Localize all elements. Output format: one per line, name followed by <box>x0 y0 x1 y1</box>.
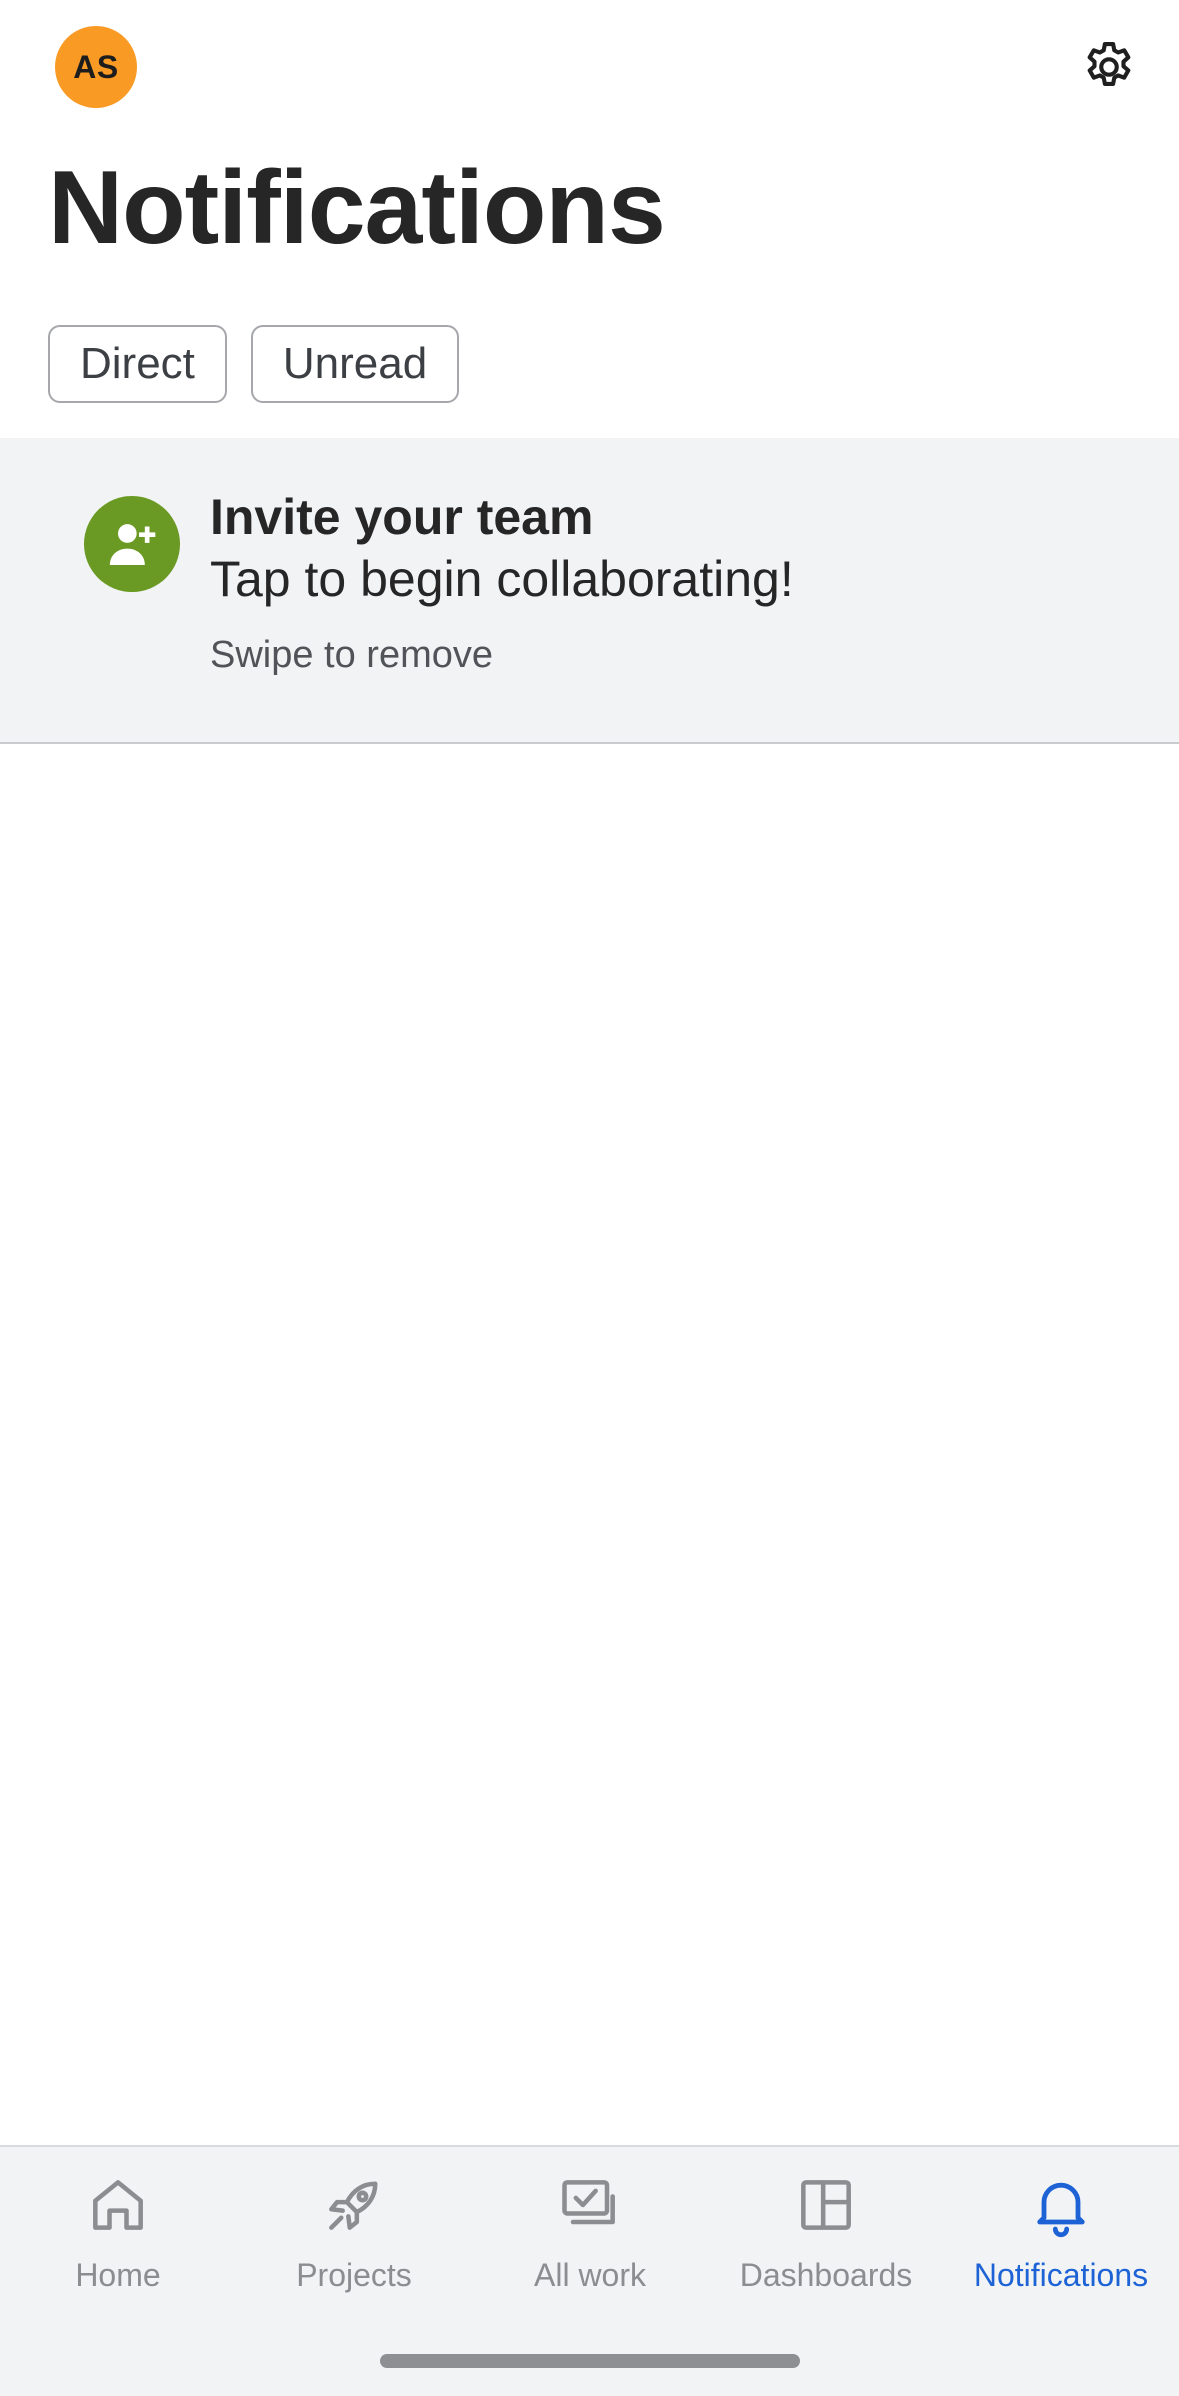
notifications-screen: AS Notifications Direct Unread Invite yo… <box>0 0 1179 2396</box>
tab-projects-label: Projects <box>296 2257 412 2293</box>
tab-home[interactable]: Home <box>0 2171 236 2294</box>
tab-notifications[interactable]: Notifications <box>943 2171 1179 2294</box>
tab-dashboards-label: Dashboards <box>739 2257 913 2293</box>
invite-hint: Swipe to remove <box>210 634 494 676</box>
tab-home-label: Home <box>75 2257 161 2293</box>
page-title: Notifications <box>48 150 666 266</box>
tab-all-work[interactable]: All work <box>472 2171 708 2294</box>
tab-all-work-label: All work <box>533 2257 646 2293</box>
gear-icon <box>1087 41 1131 86</box>
filter-direct-chip[interactable]: Direct <box>48 325 227 403</box>
filter-chips: Direct Unread <box>48 325 460 403</box>
tab-projects[interactable]: Projects <box>236 2171 472 2294</box>
avatar-initials: AS <box>73 48 119 85</box>
add-user-icon <box>109 524 156 565</box>
invite-team-card[interactable]: Invite your team Tap to begin collaborat… <box>0 438 1179 744</box>
home-indicator[interactable] <box>380 2354 800 2368</box>
dashboard-icon <box>801 2180 851 2230</box>
filter-unread-chip[interactable]: Unread <box>250 325 460 403</box>
home-icon <box>93 2180 143 2230</box>
bell-icon <box>1037 2182 1085 2238</box>
invite-subtitle: Tap to begin collaborating! <box>210 551 794 607</box>
all-work-icon <box>562 2180 615 2225</box>
invite-icon-badge <box>84 496 180 592</box>
rocket-icon <box>329 2181 378 2230</box>
avatar[interactable]: AS <box>55 26 137 108</box>
settings-button[interactable] <box>1078 36 1140 98</box>
invite-title: Invite your team <box>210 489 594 545</box>
tab-dashboards[interactable]: Dashboards <box>708 2171 944 2294</box>
tab-notifications-label: Notifications <box>973 2257 1149 2293</box>
